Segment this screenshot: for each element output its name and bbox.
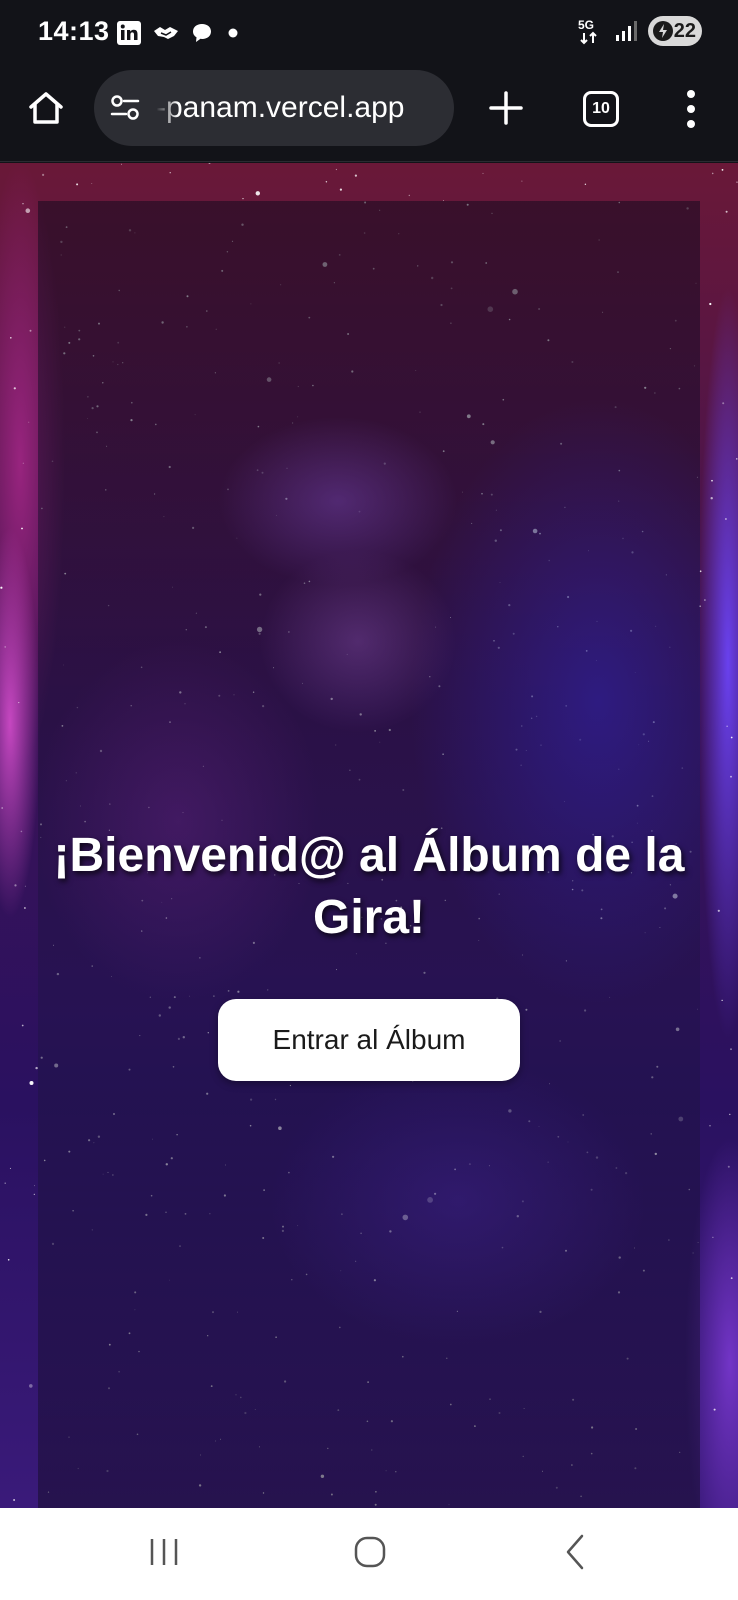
tab-switcher-button[interactable]: 10 <box>583 91 619 127</box>
back-icon[interactable] <box>560 1532 590 1572</box>
welcome-title: ¡Bienvenid@ al Álbum de la Gira! <box>53 829 685 944</box>
system-nav-bar <box>0 1508 738 1600</box>
network-5g-icon: 5G <box>578 18 597 45</box>
more-menu-icon[interactable] <box>676 86 706 132</box>
enter-album-button[interactable]: Entrar al Álbum <box>218 999 520 1081</box>
home-circle-icon[interactable] <box>352 1534 388 1570</box>
notification-dot-icon <box>228 28 238 38</box>
status-time: 14:13 <box>38 16 110 46</box>
status-system-icons: 5G 22 <box>576 16 702 46</box>
web-page-viewport: ¡Bienvenid@ al Álbum de la Gira! Entrar … <box>0 163 738 1508</box>
home-icon[interactable] <box>26 88 66 128</box>
battery-indicator: 22 <box>648 16 702 46</box>
tab-count: 10 <box>592 100 610 117</box>
chat-bubble-icon <box>193 24 211 42</box>
site-settings-icon[interactable] <box>110 94 140 122</box>
recents-icon[interactable] <box>146 1534 182 1570</box>
address-bar[interactable]: -panam.vercel.app <box>94 70 454 146</box>
battery-level: 22 <box>673 19 696 42</box>
signal-icon <box>616 21 637 41</box>
status-notification-icons <box>116 20 242 46</box>
status-bar: 14:13 5G 22 <box>0 0 738 66</box>
charging-icon <box>653 21 673 41</box>
url-text[interactable]: -panam.vercel.app <box>156 70 446 146</box>
browser-toolbar: -panam.vercel.app 10 <box>0 66 738 162</box>
handshake-icon <box>154 27 178 39</box>
network-label: 5G <box>578 18 594 32</box>
new-tab-plus-icon[interactable] <box>486 88 526 128</box>
linkedin-icon <box>117 21 141 45</box>
